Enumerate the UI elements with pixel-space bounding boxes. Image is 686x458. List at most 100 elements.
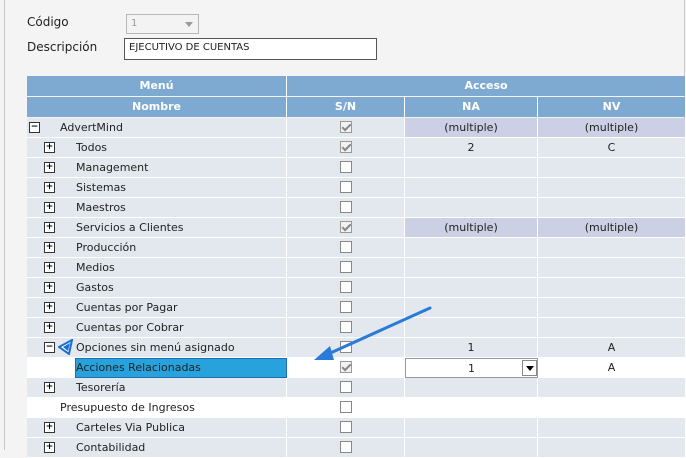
row-na-cell[interactable] xyxy=(405,418,538,438)
row-nv-cell[interactable] xyxy=(538,398,686,418)
expand-icon[interactable]: + xyxy=(44,302,55,313)
access-checkbox[interactable] xyxy=(339,241,352,253)
row-na-cell[interactable]: (multiple) xyxy=(405,218,538,238)
row-na-cell[interactable]: 2 xyxy=(405,138,538,158)
row-name-cell[interactable]: Presupuesto de Ingresos xyxy=(27,398,287,418)
expand-icon[interactable]: + xyxy=(44,442,55,453)
row-name-label: Acciones Relacionadas xyxy=(76,361,201,374)
access-checkbox[interactable] xyxy=(339,161,352,173)
row-name-cell[interactable]: + Carteles Via Publica xyxy=(27,418,287,438)
header-sn[interactable]: S/N xyxy=(287,97,405,117)
access-checkbox[interactable] xyxy=(339,181,352,193)
access-checkbox[interactable] xyxy=(339,141,352,153)
table-row[interactable]: Presupuesto de Ingresos xyxy=(27,398,686,418)
table-row[interactable]: + Producción xyxy=(27,238,686,258)
access-checkbox[interactable] xyxy=(339,441,352,453)
row-na-cell[interactable] xyxy=(405,238,538,258)
expand-icon[interactable]: + xyxy=(44,322,55,333)
row-nv-cell[interactable] xyxy=(538,418,686,438)
row-na-cell[interactable] xyxy=(405,158,538,178)
expand-icon[interactable]: + xyxy=(44,262,55,273)
expand-icon[interactable]: + xyxy=(44,282,55,293)
row-name-cell[interactable]: + Cuentas por Cobrar xyxy=(27,318,287,338)
table-row[interactable]: − AdvertMind (multiple) (multiple) xyxy=(27,118,686,138)
chevron-down-icon[interactable] xyxy=(522,360,537,376)
header-nv[interactable]: NV xyxy=(538,97,686,117)
access-checkbox[interactable] xyxy=(339,201,352,213)
row-nv-cell[interactable]: A xyxy=(538,338,686,358)
row-nv-cell[interactable]: (multiple) xyxy=(538,218,686,238)
table-row[interactable]: + Management xyxy=(27,158,686,178)
row-name-cell[interactable]: + Cuentas por Pagar xyxy=(27,298,287,318)
row-nv-cell[interactable] xyxy=(538,238,686,258)
row-na-cell[interactable]: (multiple) xyxy=(405,118,538,138)
row-name-cell[interactable]: + Medios xyxy=(27,258,287,278)
row-na-cell[interactable] xyxy=(405,378,538,398)
table-row[interactable]: + Sistemas xyxy=(27,178,686,198)
table-row[interactable]: + Gastos xyxy=(27,278,686,298)
access-checkbox[interactable] xyxy=(339,221,352,233)
collapse-icon[interactable]: − xyxy=(29,122,40,133)
table-row[interactable]: + Maestros xyxy=(27,198,686,218)
access-checkbox[interactable] xyxy=(339,421,352,433)
expand-icon[interactable]: + xyxy=(44,202,55,213)
codigo-select[interactable]: 1 xyxy=(126,14,199,34)
row-name-cell[interactable]: + Sistemas xyxy=(27,178,287,198)
row-name-cell[interactable]: Acciones Relacionadas xyxy=(27,358,287,378)
access-checkbox[interactable] xyxy=(339,281,352,293)
row-nv-cell[interactable]: (multiple) xyxy=(538,118,686,138)
row-nv-cell[interactable]: C xyxy=(538,138,686,158)
row-name-cell[interactable]: + Contabilidad xyxy=(27,438,287,458)
expand-icon[interactable]: + xyxy=(44,162,55,173)
row-nv-cell[interactable] xyxy=(538,438,686,458)
row-nv-cell[interactable] xyxy=(538,198,686,218)
row-na-cell[interactable] xyxy=(405,258,538,278)
expand-icon[interactable]: + xyxy=(44,242,55,253)
table-row[interactable]: + Contabilidad xyxy=(27,438,686,458)
row-na-cell[interactable] xyxy=(405,198,538,218)
header-nombre[interactable]: Nombre xyxy=(27,97,287,117)
row-name-cell[interactable]: + Maestros xyxy=(27,198,287,218)
expand-icon[interactable]: + xyxy=(44,182,55,193)
header-na[interactable]: NA xyxy=(405,97,538,117)
row-name-cell[interactable]: + Todos xyxy=(27,138,287,158)
expand-icon[interactable]: + xyxy=(44,222,55,233)
collapse-icon[interactable]: − xyxy=(44,342,55,353)
row-name-cell[interactable]: + Management xyxy=(27,158,287,178)
row-nv-cell[interactable] xyxy=(538,318,686,338)
expand-icon[interactable]: + xyxy=(44,422,55,433)
access-checkbox[interactable] xyxy=(339,381,352,393)
expand-icon[interactable]: + xyxy=(44,382,55,393)
row-nv-cell[interactable]: A xyxy=(538,358,686,378)
access-checkbox[interactable] xyxy=(339,401,352,413)
descripcion-input[interactable]: EJECUTIVO DE CUENTAS xyxy=(124,38,377,60)
row-nv-cell[interactable] xyxy=(538,278,686,298)
row-na-cell[interactable] xyxy=(405,398,538,418)
expand-icon[interactable]: + xyxy=(44,142,55,153)
row-name-cell[interactable]: + Gastos xyxy=(27,278,287,298)
access-checkbox[interactable] xyxy=(339,121,352,133)
row-nv-cell[interactable] xyxy=(538,158,686,178)
row-name-label: Maestros xyxy=(76,201,126,214)
row-name-cell[interactable]: + Tesorería xyxy=(27,378,287,398)
row-na-cell[interactable] xyxy=(405,278,538,298)
row-nv-cell[interactable] xyxy=(538,178,686,198)
row-nv-cell[interactable] xyxy=(538,258,686,278)
row-nv-cell[interactable] xyxy=(538,298,686,318)
row-sn-cell xyxy=(287,278,405,298)
row-na-cell[interactable] xyxy=(405,438,538,458)
row-name-cell[interactable]: + Servicios a Clientes xyxy=(27,218,287,238)
row-name-cell[interactable]: + Producción xyxy=(27,238,287,258)
access-checkbox[interactable] xyxy=(339,261,352,273)
row-nv-cell[interactable] xyxy=(538,378,686,398)
row-name-label: Cuentas por Cobrar xyxy=(76,321,184,334)
row-sn-cell xyxy=(287,158,405,178)
table-row[interactable]: + Carteles Via Publica xyxy=(27,418,686,438)
row-sn-cell xyxy=(287,438,405,458)
row-name-cell[interactable]: − AdvertMind xyxy=(27,118,287,138)
table-row[interactable]: + Servicios a Clientes (multiple) (multiple… xyxy=(27,218,686,238)
table-row[interactable]: + Tesorería xyxy=(27,378,686,398)
row-na-cell[interactable] xyxy=(405,178,538,198)
table-row[interactable]: + Medios xyxy=(27,258,686,278)
table-row[interactable]: + Todos 2 C xyxy=(27,138,686,158)
